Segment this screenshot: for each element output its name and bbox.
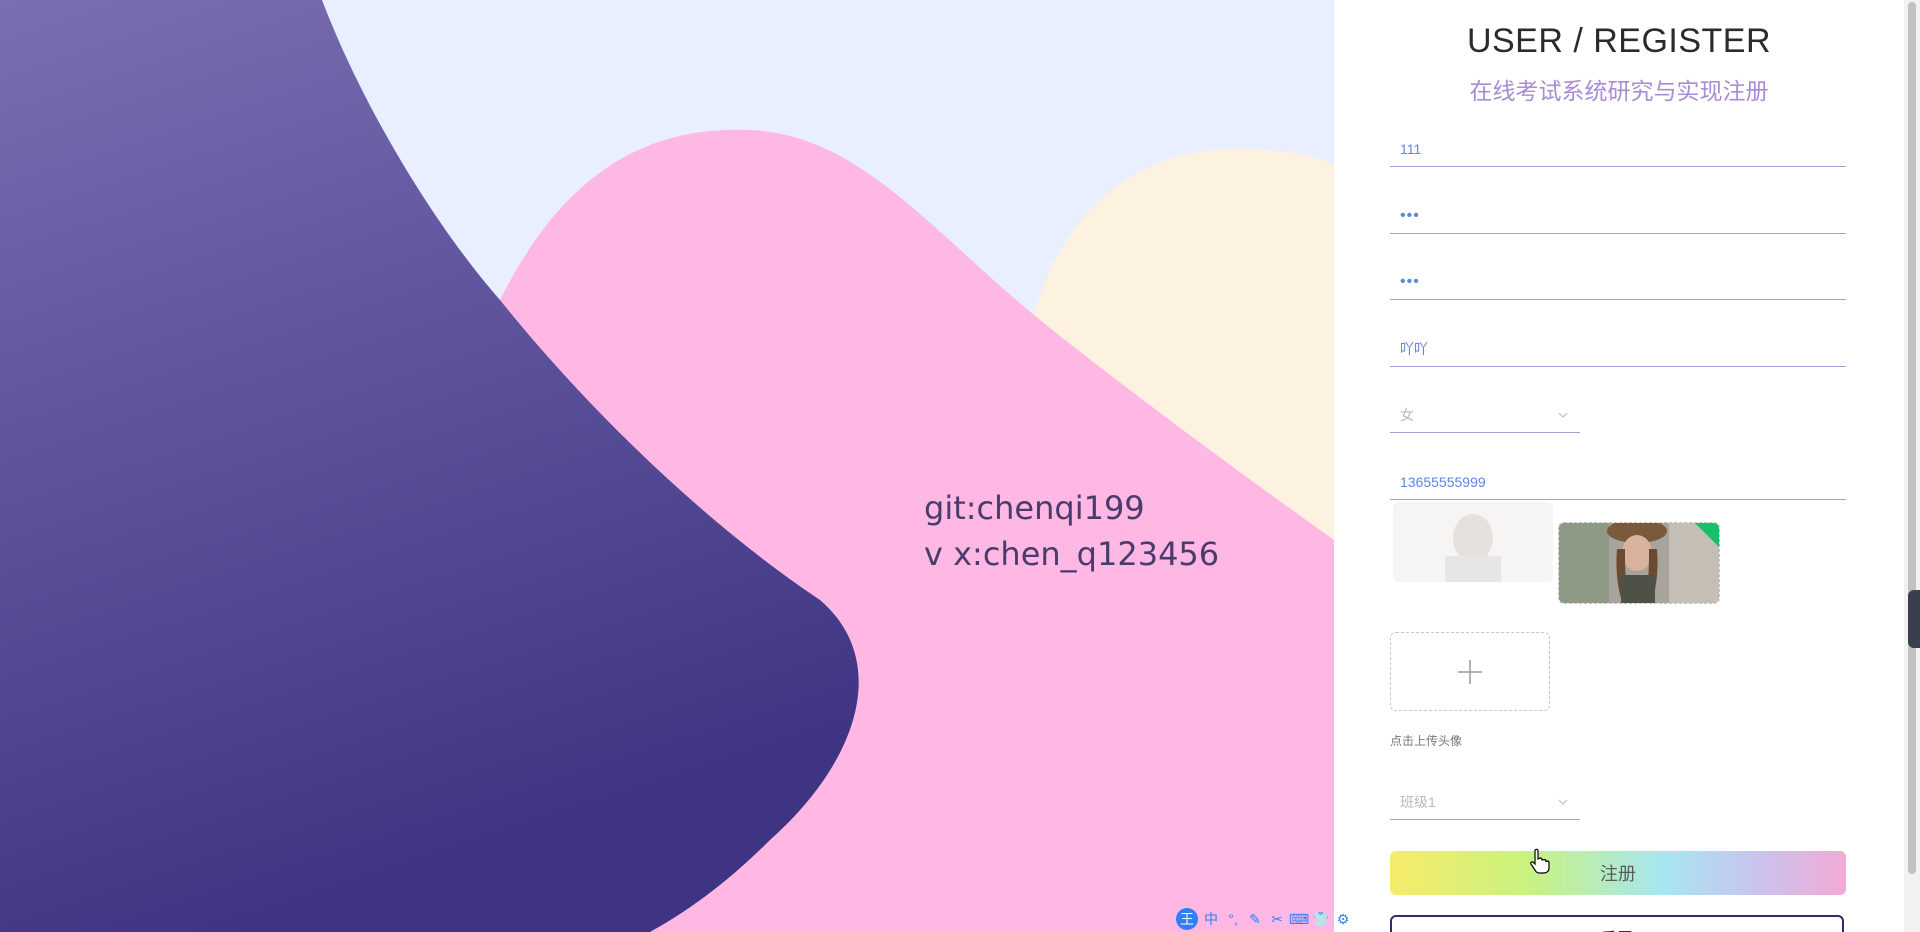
confirm-password-field[interactable]: •••	[1390, 265, 1846, 300]
watermark-git: git:chenqi199	[924, 489, 1145, 527]
nickname-value: 吖吖	[1400, 341, 1428, 357]
ime-skin-icon[interactable]: 👕	[1312, 910, 1330, 928]
password-field[interactable]: •••	[1390, 199, 1846, 234]
upload-success-badge	[1695, 523, 1719, 547]
gender-select[interactable]: 女	[1390, 398, 1580, 433]
username-field[interactable]: 111	[1390, 132, 1846, 167]
password-value: •••	[1400, 207, 1420, 224]
ime-handwriting-icon[interactable]: ✎	[1246, 910, 1264, 928]
register-button[interactable]: 注册	[1390, 851, 1846, 895]
register-panel: USER / REGISTER 在线考试系统研究与实现注册 111 ••• ••…	[1334, 0, 1904, 932]
ime-punctuation-icon[interactable]: °,	[1224, 910, 1242, 928]
ime-logo-icon[interactable]: 王	[1176, 908, 1198, 930]
avatar-preview-ghost	[1393, 502, 1553, 582]
watermark-text: git:chenqi199 v x:chen_q123456	[924, 485, 1219, 577]
side-panel-handle[interactable]	[1908, 590, 1920, 648]
chevron-down-icon	[1558, 412, 1568, 418]
page-subtitle: 在线考试系统研究与实现注册	[1469, 78, 1769, 104]
hand-cursor-icon	[1530, 848, 1550, 874]
nickname-field[interactable]: 吖吖	[1390, 332, 1846, 367]
class-value: 班级1	[1400, 794, 1436, 810]
page-title: USER / REGISTER	[1466, 22, 1772, 60]
upload-hint: 点击上传头像	[1390, 734, 1463, 748]
reset-button[interactable]: 重置	[1390, 915, 1844, 932]
gender-value: 女	[1400, 407, 1414, 423]
class-select[interactable]: 班级1	[1390, 785, 1580, 820]
page-scrollbar[interactable]	[1904, 0, 1920, 932]
chevron-down-icon	[1558, 799, 1568, 805]
phone-field[interactable]: 13655555999	[1390, 465, 1846, 500]
confirm-password-value: •••	[1400, 273, 1420, 290]
scrollbar-thumb[interactable]	[1908, 2, 1916, 874]
ime-toolbar: 王 中 °, ✎ ✂ ⌨ 👕 ⚙	[1176, 906, 1372, 932]
ime-chinese-mode-icon[interactable]: 中	[1202, 910, 1220, 928]
phone-value: 13655555999	[1400, 474, 1486, 490]
avatar-upload-button[interactable]	[1390, 632, 1550, 711]
watermark-wechat: v x:chen_q123456	[924, 535, 1220, 573]
ime-keyboard-icon[interactable]: ⌨	[1289, 910, 1309, 928]
ime-settings-icon[interactable]: ⚙	[1334, 910, 1352, 928]
plus-icon	[1458, 659, 1482, 684]
ime-scissors-icon[interactable]: ✂	[1268, 910, 1286, 928]
avatar-preview[interactable]	[1558, 522, 1720, 604]
background-illustration	[0, 0, 1334, 932]
username-value: 111	[1400, 141, 1422, 157]
